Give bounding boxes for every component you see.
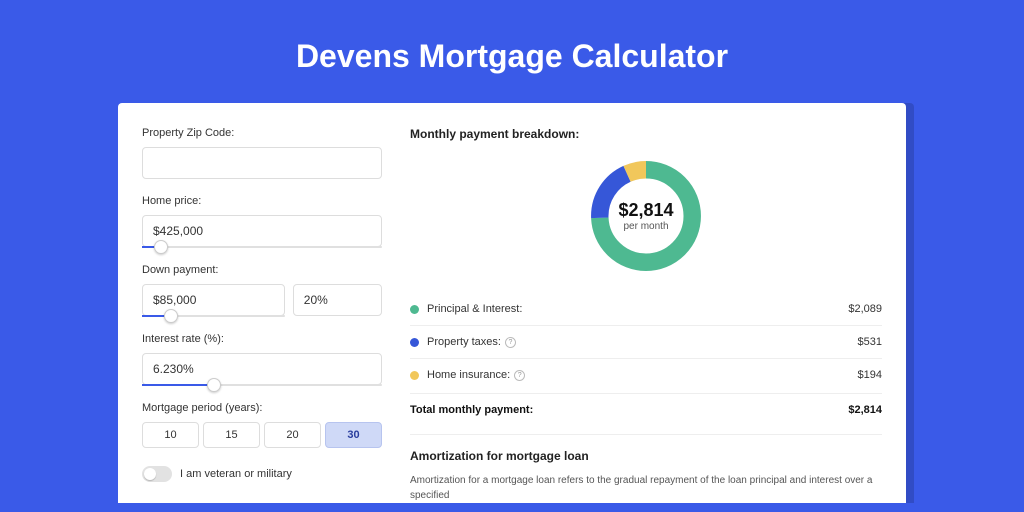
veteran-label: I am veteran or military — [180, 468, 292, 480]
legend-value: $531 — [858, 336, 882, 348]
legend-label: Principal & Interest: — [427, 303, 848, 315]
period-btn-15[interactable]: 15 — [203, 422, 260, 448]
donut-sub: per month — [623, 221, 668, 232]
interest-label: Interest rate (%): — [142, 333, 382, 345]
veteran-toggle-knob — [144, 468, 156, 480]
legend-value: $2,089 — [848, 303, 882, 315]
total-value: $2,814 — [848, 404, 882, 416]
total-label: Total monthly payment: — [410, 404, 848, 416]
legend-row: Home insurance:?$194 — [410, 359, 882, 391]
period-options: 10152030 — [142, 422, 382, 448]
legend-value: $194 — [858, 369, 882, 381]
down-payment-slider-thumb[interactable] — [164, 309, 178, 323]
down-payment-input[interactable] — [142, 284, 285, 316]
donut-chart-wrap: $2,814 per month — [410, 155, 882, 277]
legend-dot — [410, 371, 419, 380]
legend-label: Home insurance:? — [427, 369, 858, 381]
calculator-card: Property Zip Code: Home price: Down paym… — [118, 103, 906, 503]
interest-field-group: Interest rate (%): — [142, 333, 382, 386]
donut-chart: $2,814 per month — [585, 155, 707, 277]
period-btn-10[interactable]: 10 — [142, 422, 199, 448]
down-payment-label: Down payment: — [142, 264, 382, 276]
amortization-section: Amortization for mortgage loan Amortizat… — [410, 434, 882, 503]
form-panel: Property Zip Code: Home price: Down paym… — [142, 127, 382, 503]
period-label: Mortgage period (years): — [142, 402, 382, 414]
interest-slider[interactable] — [142, 384, 382, 386]
legend-row: Principal & Interest:$2,089 — [410, 293, 882, 326]
interest-slider-thumb[interactable] — [207, 378, 221, 392]
legend-dot — [410, 305, 419, 314]
zip-field-group: Property Zip Code: — [142, 127, 382, 179]
legend-label: Property taxes:? — [427, 336, 858, 348]
down-payment-slider[interactable] — [142, 315, 285, 317]
period-btn-20[interactable]: 20 — [264, 422, 321, 448]
home-price-label: Home price: — [142, 195, 382, 207]
period-btn-30[interactable]: 30 — [325, 422, 382, 448]
donut-center: $2,814 per month — [585, 155, 707, 277]
amortization-title: Amortization for mortgage loan — [410, 449, 882, 463]
page-title: Devens Mortgage Calculator — [0, 0, 1024, 103]
veteran-toggle[interactable] — [142, 466, 172, 482]
home-price-slider-thumb[interactable] — [154, 240, 168, 254]
home-price-field-group: Home price: — [142, 195, 382, 248]
legend-row: Property taxes:?$531 — [410, 326, 882, 359]
interest-slider-fill — [142, 384, 214, 386]
zip-input[interactable] — [142, 147, 382, 179]
breakdown-panel: Monthly payment breakdown: $2,814 per mo… — [410, 127, 882, 503]
amortization-text: Amortization for a mortgage loan refers … — [410, 473, 882, 503]
veteran-toggle-row: I am veteran or military — [142, 466, 382, 482]
home-price-input[interactable] — [142, 215, 382, 247]
info-icon[interactable]: ? — [505, 337, 516, 348]
zip-label: Property Zip Code: — [142, 127, 382, 139]
down-payment-field-group: Down payment: — [142, 264, 382, 317]
info-icon[interactable]: ? — [514, 370, 525, 381]
interest-input[interactable] — [142, 353, 382, 385]
donut-amount: $2,814 — [618, 200, 673, 221]
breakdown-title: Monthly payment breakdown: — [410, 127, 882, 141]
total-row: Total monthly payment: $2,814 — [410, 393, 882, 430]
down-payment-pct-input[interactable] — [293, 284, 382, 316]
period-field-group: Mortgage period (years): 10152030 — [142, 402, 382, 448]
legend-dot — [410, 338, 419, 347]
legend-list: Principal & Interest:$2,089Property taxe… — [410, 293, 882, 391]
home-price-slider[interactable] — [142, 246, 382, 248]
